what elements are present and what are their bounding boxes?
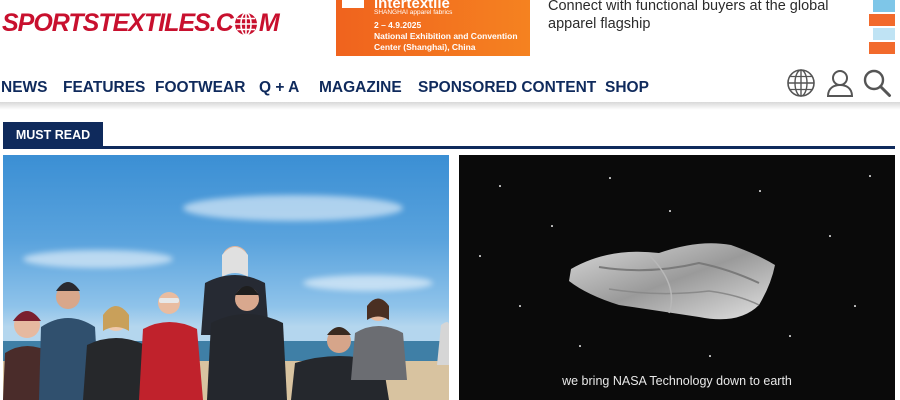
globe-icon[interactable]: [786, 68, 816, 98]
ad-mark: [342, 0, 364, 8]
main-nav: NEWS FEATURES FOOTWEAR Q + A MAGAZINE SP…: [0, 70, 900, 106]
ad-copy: Connect with functional buyers at the gl…: [548, 0, 829, 32]
section-divider: [3, 146, 895, 149]
search-icon[interactable]: [862, 68, 892, 98]
article-card-video[interactable]: we bring NASA Technology down to earth: [459, 155, 895, 400]
ad-venue: National Exhibition and Convention Cente…: [374, 31, 518, 52]
globe-icon: [234, 12, 258, 36]
nav-item-footwear[interactable]: FOOTWEAR: [155, 79, 245, 97]
ad-date: 2 – 4.9.2025: [374, 20, 422, 30]
site-logo[interactable]: SPORTSTEXTILES.C M: [2, 8, 280, 38]
ad-graphic: [862, 0, 895, 56]
group-people-illustration: [3, 246, 449, 400]
logo-text-end: M: [258, 8, 280, 37]
nav-item-features[interactable]: FEATURES: [63, 79, 145, 97]
nav-item-sponsored-content[interactable]: SPONSORED CONTENT: [418, 79, 596, 97]
floating-fabric-illustration: [569, 243, 775, 320]
user-icon[interactable]: [825, 68, 855, 98]
logo-text: SPORTSTEXTILES.C: [2, 8, 234, 37]
banner-ad[interactable]: intertextile SHANGHAI apparel fabrics 2 …: [322, 0, 895, 56]
nav-item-magazine[interactable]: MAGAZINE: [319, 79, 402, 97]
nav-item-shop[interactable]: SHOP: [605, 79, 649, 97]
nav-item-qa[interactable]: Q + A: [259, 79, 299, 97]
nav-item-news[interactable]: NEWS: [1, 79, 48, 97]
video-subtitle: we bring NASA Technology down to earth: [562, 374, 792, 388]
article-card-beach-photo[interactable]: [3, 155, 449, 400]
section-title: MUST READ: [3, 122, 103, 148]
nav-shadow: [0, 102, 900, 110]
ad-subtitle: SHANGHAI apparel fabrics: [374, 9, 453, 16]
